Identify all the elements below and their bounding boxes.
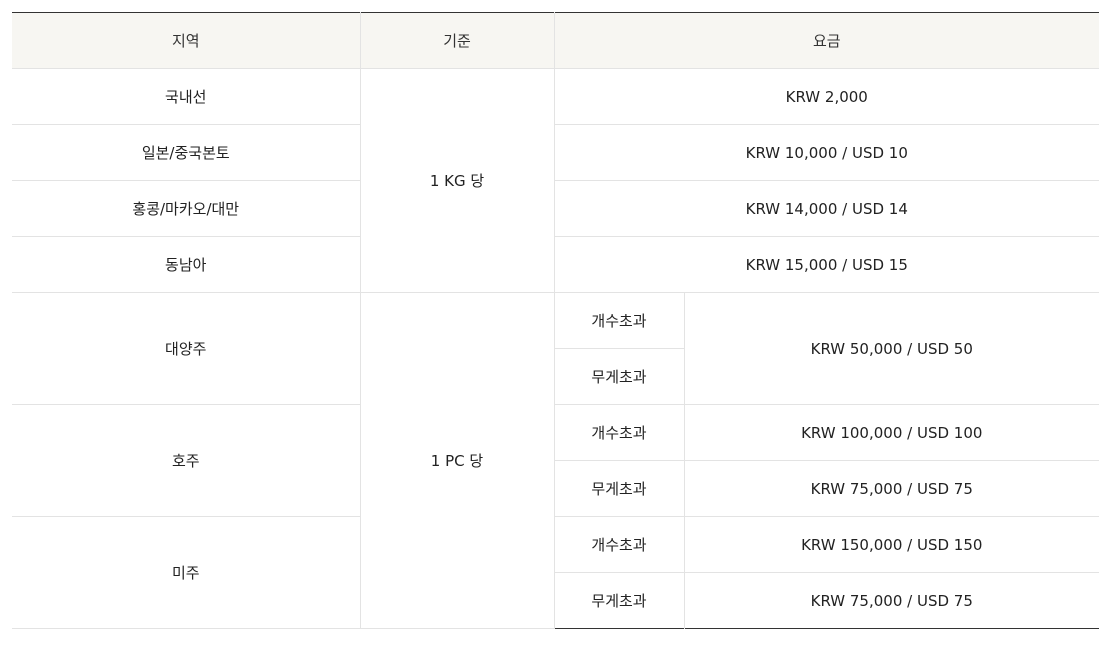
fee-cell: KRW 2,000: [553, 68, 1100, 125]
sub-condition-cell: 무게초과: [553, 572, 684, 629]
fee-cell: KRW 150,000 / USD 150: [683, 516, 1100, 573]
table-row: 국내선 1 KG 당 KRW 2,000: [12, 68, 1100, 293]
sub-condition-cell: 개수초과: [553, 292, 684, 349]
fee-cell: KRW 100,000 / USD 100: [683, 404, 1100, 461]
fee-table-container: 지역 기준 요금 국내선 1 KG 당 KRW 2,000 일본/중국본토 KR…: [0, 0, 1108, 648]
basis-cell-kg: 1 KG 당: [359, 68, 554, 293]
fee-cell: KRW 15,000 / USD 15: [553, 236, 1100, 293]
table-row: 호주 개수초과 KRW 100,000 / USD 100: [12, 404, 1100, 517]
fee-cell: KRW 75,000 / USD 75: [683, 460, 1100, 517]
region-cell: 호주: [12, 404, 360, 517]
table-header-row: 지역 기준 요금: [12, 12, 1100, 69]
basis-cell-pc: 1 PC 당: [359, 292, 554, 629]
sub-condition-cell: 개수초과: [553, 516, 684, 573]
header-region: 지역: [12, 12, 360, 69]
region-cell: 국내선: [12, 68, 360, 125]
header-basis: 기준: [359, 12, 554, 69]
region-cell: 동남아: [12, 236, 360, 293]
table-row: 일본/중국본토 KRW 10,000 / USD 10: [12, 124, 1100, 181]
baggage-fee-table: 지역 기준 요금 국내선 1 KG 당 KRW 2,000 일본/중국본토 KR…: [12, 12, 1100, 629]
fee-cell: KRW 10,000 / USD 10: [553, 124, 1100, 181]
fee-cell: KRW 14,000 / USD 14: [553, 180, 1100, 237]
sub-condition-cell: 무게초과: [553, 348, 684, 405]
table-row: 미주 개수초과 KRW 150,000 / USD 150: [12, 516, 1100, 629]
table-row: 홍콩/마카오/대만 KRW 14,000 / USD 14: [12, 180, 1100, 237]
region-cell: 홍콩/마카오/대만: [12, 180, 360, 237]
region-cell: 일본/중국본토: [12, 124, 360, 181]
sub-condition-cell: 개수초과: [553, 404, 684, 461]
region-cell: 대양주: [12, 292, 360, 405]
header-fee: 요금: [553, 12, 1100, 69]
table-row: 동남아 KRW 15,000 / USD 15: [12, 236, 1100, 293]
sub-condition-cell: 무게초과: [553, 460, 684, 517]
fee-cell: KRW 75,000 / USD 75: [683, 572, 1100, 629]
region-cell: 미주: [12, 516, 360, 629]
fee-cell: KRW 50,000 / USD 50: [683, 292, 1100, 405]
table-row: 대양주 1 PC 당 개수초과 KRW 50,000 / USD 50: [12, 292, 1100, 629]
